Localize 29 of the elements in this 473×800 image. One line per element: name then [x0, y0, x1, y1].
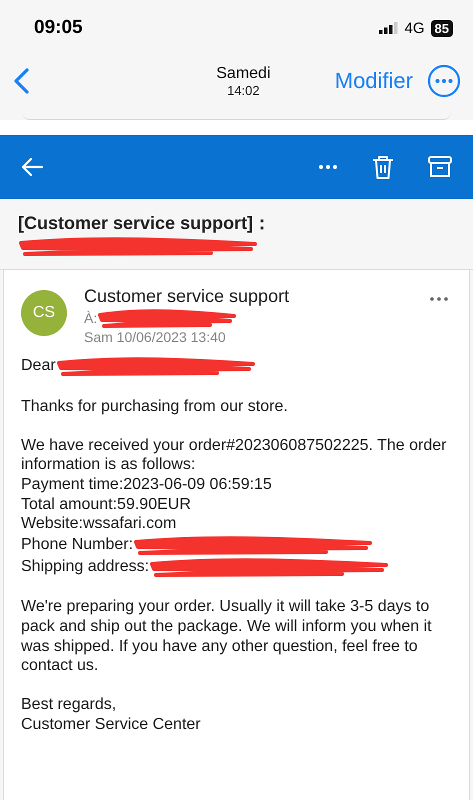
body-text: Payment time:2023-06-09 06:59:15 [21, 476, 272, 493]
body-text: Website:wssafari.com [21, 515, 176, 532]
recipient-label: À: [84, 310, 98, 326]
body-text: Total amount:59.90EUR [21, 496, 191, 513]
sender-avatar: CS [21, 290, 67, 336]
body-text: Best regards, [21, 696, 116, 714]
body-text: Thanks for purchasing from our store. [21, 398, 288, 415]
edit-button[interactable]: Modifier [334, 68, 427, 94]
sent-date: Sam 10/06/2023 13:40 [84, 329, 227, 345]
nav-title: Samedi [216, 64, 270, 82]
nav-subtitle: 14:02 [227, 82, 260, 98]
body-text: Shipping address: [21, 558, 150, 575]
more-icon[interactable] [429, 296, 449, 302]
battery-level: 85 [430, 20, 453, 36]
more-icon[interactable] [318, 164, 338, 170]
archive-icon[interactable] [427, 155, 453, 179]
network-label: 4G [404, 20, 425, 36]
subject-title: [Customer service support]： [18, 212, 272, 235]
body-text: We have received your order#202306087502225. The order information is as follows: [21, 436, 446, 474]
trash-icon[interactable] [371, 154, 395, 180]
body-text: Dear [21, 357, 56, 374]
body-text: We're preparing your order. Usually it will take 3-5 days to pack and ship out the package. We will inform you when it was shipped. If you have any other question, feel free to contact us. [21, 598, 432, 674]
back-arrow-icon[interactable] [20, 157, 44, 177]
body-text: Customer Service Center [21, 716, 201, 733]
signal-icon [378, 22, 399, 34]
body-text: Phone Number: [21, 536, 134, 553]
sender-name: Customer service support [84, 286, 290, 307]
clock-time: 09:05 [34, 17, 84, 39]
more-icon[interactable] [427, 64, 461, 98]
